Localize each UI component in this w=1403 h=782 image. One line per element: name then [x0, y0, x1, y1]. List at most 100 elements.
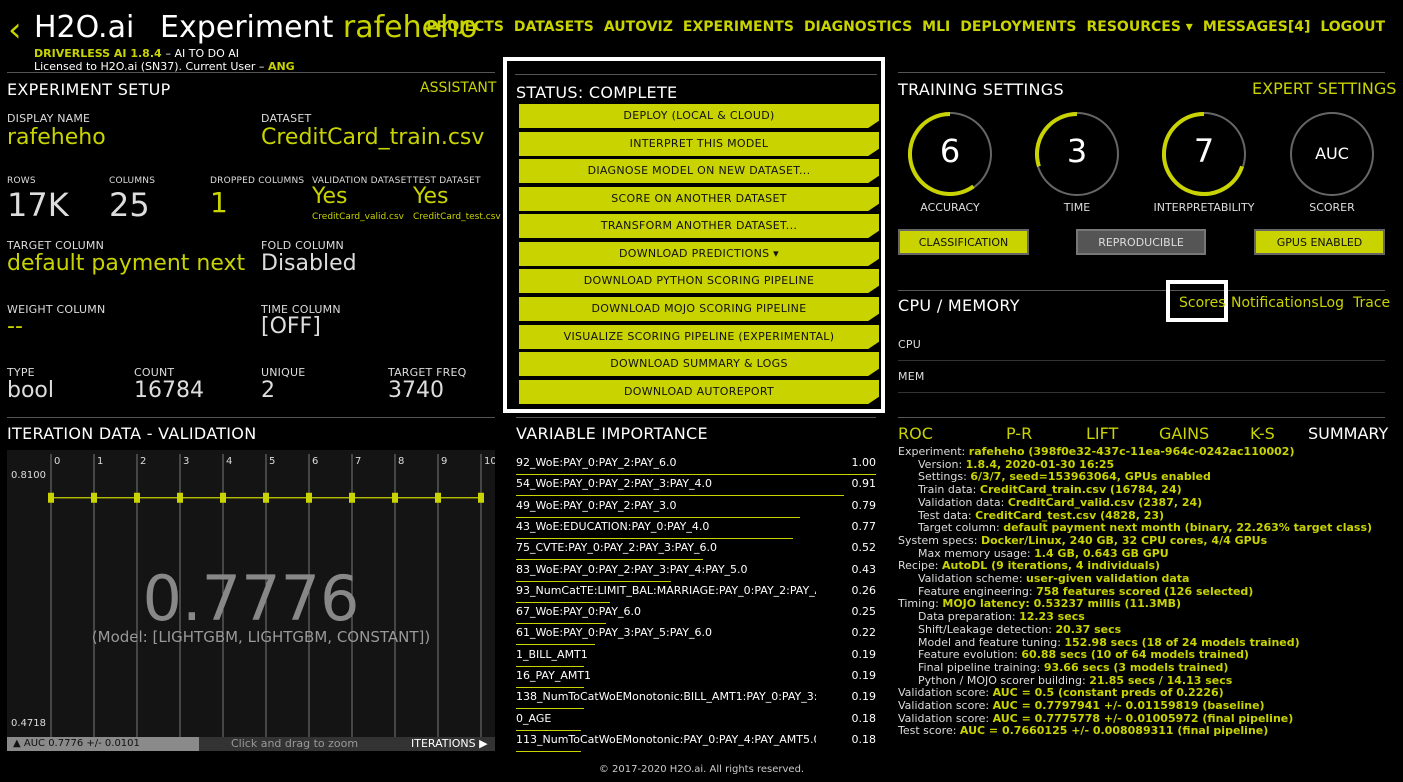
iteration-point[interactable] — [263, 492, 269, 503]
iteration-point[interactable] — [177, 492, 183, 503]
validation-file[interactable]: CreditCard_valid.csv — [312, 212, 404, 222]
accuracy-label: ACCURACY — [920, 201, 980, 214]
summary-value: AutoDL (9 iterations, 4 individuals) — [941, 559, 1161, 573]
summary-key: Test score: — [898, 724, 957, 738]
iterations-button[interactable]: ITERATIONS ▶ — [411, 737, 488, 750]
tab-roc[interactable]: ROC — [898, 424, 933, 443]
deploy-button[interactable]: DEPLOY (LOCAL & CLOUD) — [519, 104, 879, 128]
divider — [515, 74, 877, 75]
iteration-point[interactable] — [306, 492, 312, 503]
summary-value: user-given validation data — [1026, 572, 1190, 586]
iteration-point[interactable] — [134, 492, 140, 503]
summary-value: 93.66 secs (3 models trained) — [1043, 660, 1229, 674]
iteration-point[interactable] — [349, 492, 355, 503]
varimp-row[interactable]: 83_WoE:PAY_0:PAY_2:PAY_3:PAY_4:PAY_5.0 0.… — [516, 561, 876, 582]
varimp-row[interactable]: 0_AGE 0.18 — [516, 710, 876, 731]
divider — [898, 290, 1385, 291]
summary-key: Timing: — [898, 597, 939, 611]
diagnose-button[interactable]: DIAGNOSE MODEL ON NEW DATASET... — [519, 159, 879, 183]
varimp-row[interactable]: 49_WoE:PAY_0:PAY_2:PAY_3.0 0.79 — [516, 497, 876, 518]
nav-resources[interactable]: RESOURCES ▾ — [1087, 19, 1193, 35]
tab-log[interactable]: Log — [1319, 295, 1344, 311]
expert-settings-link[interactable]: EXPERT SETTINGS — [1252, 79, 1396, 98]
download-summary-button[interactable]: DOWNLOAD SUMMARY & LOGS — [519, 352, 879, 376]
iteration-point[interactable] — [435, 492, 441, 503]
tab-scores[interactable]: Scores — [1179, 295, 1226, 311]
varimp-row[interactable]: 113_NumToCatWoEMonotonic:PAY_0:PAY_4:PAY… — [516, 731, 876, 752]
nav-mli[interactable]: MLI — [922, 19, 950, 35]
summary-value: 152.98 secs (18 of 24 models trained) — [1064, 635, 1300, 649]
divider — [7, 417, 495, 418]
varimp-row[interactable]: 61_WoE:PAY_0:PAY_3:PAY_5:PAY_6.0 0.22 — [516, 624, 876, 646]
dataset-label: DATASET — [261, 112, 312, 125]
download-predictions-button[interactable]: DOWNLOAD PREDICTIONS ▾ — [519, 242, 879, 266]
download-mojo-button[interactable]: DOWNLOAD MOJO SCORING PIPELINE — [519, 297, 879, 321]
reproducible-button[interactable]: REPRODUCIBLE — [1076, 229, 1206, 255]
varimp-row[interactable]: 75_CVTE:PAY_0:PAY_2:PAY_3:PAY_6.0 0.52 — [516, 539, 876, 561]
iteration-point[interactable] — [478, 492, 484, 503]
interpretability-dial[interactable]: 7 — [1162, 112, 1246, 196]
summary-key: Validation data: — [918, 495, 1005, 509]
varimp-row[interactable]: 67_WoE:PAY_0:PAY_6.0 0.25 — [516, 603, 876, 625]
iteration-point[interactable] — [220, 492, 226, 503]
time-dial[interactable]: 3 — [1035, 112, 1119, 196]
nav-logout[interactable]: LOGOUT — [1320, 19, 1385, 35]
varimp-row[interactable]: 138_NumToCatWoEMonotonic:BILL_AMT1:PAY_0… — [516, 688, 876, 710]
tab-pr[interactable]: P-R — [1006, 424, 1032, 443]
gpus-button[interactable]: GPUS ENABLED — [1254, 229, 1385, 255]
summary-value: 60.88 secs (10 of 64 models trained) — [1021, 648, 1249, 662]
accuracy-dial[interactable]: 6 — [908, 112, 992, 196]
tab-lift[interactable]: LIFT — [1086, 424, 1118, 443]
nav-autoviz[interactable]: AUTOVIZ — [604, 19, 673, 35]
iteration-chart[interactable]: 0 1 2 3 4 5 6 7 8 9 10 0.8100 0.4718 0.7776 (Model… — [7, 450, 495, 738]
summary-value: AUC = 0.7775778 +/- 0.01005972 (final pi… — [992, 711, 1294, 725]
varimp-row[interactable]: 43_WoE:EDUCATION:PAY_0:PAY_4.0 0.77 — [516, 518, 876, 539]
tab-ks[interactable]: K-S — [1250, 424, 1275, 443]
assistant-link[interactable]: ASSISTANT — [420, 80, 496, 96]
nav-messages[interactable]: MESSAGES[4] — [1203, 19, 1311, 35]
test-file[interactable]: CreditCard_test.csv — [413, 212, 501, 222]
download-python-button[interactable]: DOWNLOAD PYTHON SCORING PIPELINE — [519, 269, 879, 293]
type-value: bool — [7, 378, 54, 403]
varimp-row[interactable]: 1_BILL_AMT1 0.19 — [516, 646, 876, 667]
varimp-row[interactable]: 16_PAY_AMT1 0.19 — [516, 667, 876, 688]
nav-deployments[interactable]: DEPLOYMENTS — [960, 19, 1076, 35]
varimp-row[interactable]: 92_WoE:PAY_0:PAY_2:PAY_6.0 1.00 — [516, 454, 876, 475]
summary-key: Model and feature tuning: — [918, 635, 1061, 649]
summary-value: Docker/Linux, 240 GB, 32 CPU cores, 4/4 … — [980, 533, 1268, 547]
varimp-row[interactable]: 54_WoE:PAY_0:PAY_2:PAY_3:PAY_4.0 0.91 — [516, 475, 876, 497]
nav-diagnostics[interactable]: DIAGNOSTICS — [804, 19, 912, 35]
freq-value: 3740 — [388, 378, 444, 403]
transform-button[interactable]: TRANSFORM ANOTHER DATASET... — [519, 214, 879, 238]
iteration-point[interactable] — [48, 492, 54, 503]
classification-button[interactable]: CLASSIFICATION — [898, 229, 1029, 255]
nav-projects[interactable]: PROJECTS — [426, 19, 504, 35]
tab-summary[interactable]: SUMMARY — [1308, 424, 1388, 443]
varimp-name: 92_WoE:PAY_0:PAY_2:PAY_6.0 — [516, 456, 677, 469]
back-arrow-icon[interactable]: ‹ — [8, 10, 22, 50]
download-autoreport-button[interactable]: DOWNLOAD AUTOREPORT — [519, 380, 879, 404]
interpret-button[interactable]: INTERPRET THIS MODEL — [519, 132, 879, 156]
interpretability-value: 7 — [1193, 132, 1215, 170]
iteration-point[interactable] — [91, 492, 97, 503]
x-tick-label: 2 — [140, 456, 146, 467]
visualize-pipeline-button[interactable]: VISUALIZE SCORING PIPELINE (EXPERIMENTAL… — [519, 325, 879, 349]
iteration-point[interactable] — [392, 492, 398, 503]
tab-notifications[interactable]: Notifications — [1231, 295, 1319, 311]
varimp-row[interactable]: 93_NumCatTE:LIMIT_BAL:MARRIAGE:PAY_0:PAY… — [516, 582, 876, 603]
scorer-dial[interactable]: AUC — [1290, 112, 1374, 196]
summary-key: Experiment: — [898, 445, 966, 458]
score-button[interactable]: SCORE ON ANOTHER DATASET — [519, 187, 879, 211]
auc-text: AUC 0.7776 +/- 0.0101 — [23, 738, 140, 749]
nav-datasets[interactable]: DATASETS — [514, 19, 594, 35]
dataset-value[interactable]: CreditCard_train.csv — [261, 125, 484, 150]
tab-gains[interactable]: GAINS — [1159, 424, 1209, 443]
nav-experiments[interactable]: EXPERIMENTS — [683, 19, 794, 35]
target-value[interactable]: default payment next — [7, 251, 245, 276]
summary-key: Recipe: — [898, 559, 939, 573]
dropped-value[interactable]: 1 — [210, 186, 228, 219]
tab-trace[interactable]: Trace — [1353, 295, 1390, 311]
summary-value: CreditCard_valid.csv (2387, 24) — [1007, 495, 1203, 509]
summary-key: System specs: — [898, 533, 978, 547]
fold-value: Disabled — [261, 251, 357, 276]
